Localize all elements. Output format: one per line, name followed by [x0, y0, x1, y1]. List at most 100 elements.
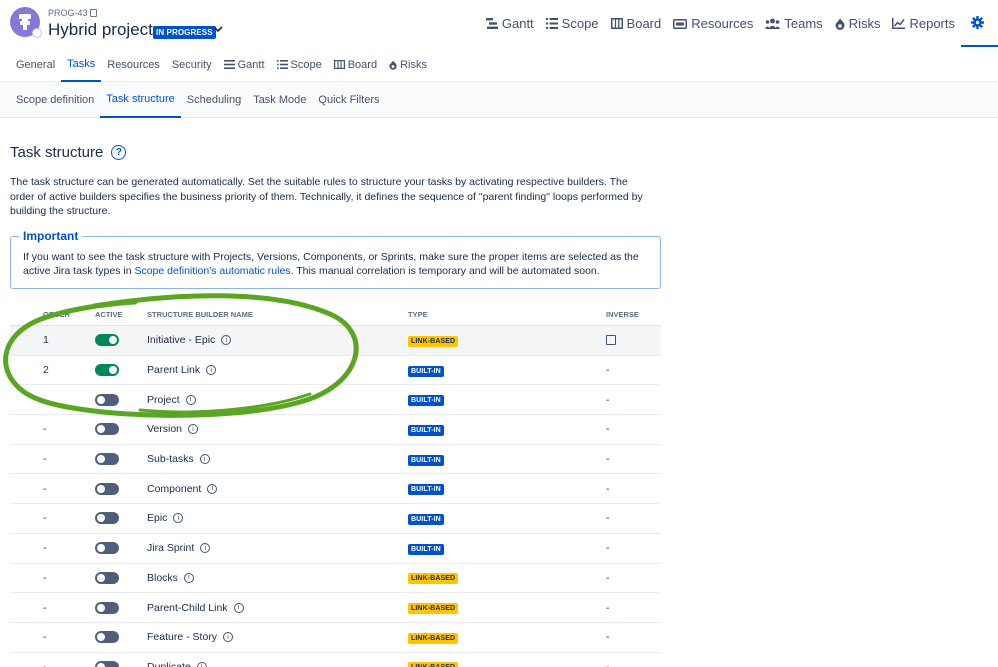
nav-teams[interactable]: Teams: [759, 0, 828, 47]
favorite-star-icon[interactable]: [32, 28, 42, 38]
tab-general[interactable]: General: [10, 47, 61, 82]
row-active-cell: [85, 482, 147, 495]
info-icon[interactable]: i: [207, 483, 218, 494]
gantt-icon: [485, 18, 498, 29]
board-icon: [333, 60, 345, 69]
info-icon[interactable]: i: [206, 365, 217, 376]
nav-teams-label: Teams: [784, 16, 823, 31]
info-icon[interactable]: i: [173, 513, 184, 524]
important-text-after: . This manual correlation is temporary a…: [290, 265, 600, 277]
info-icon[interactable]: i: [185, 394, 196, 405]
active-toggle[interactable]: [95, 453, 119, 466]
tab-gantt[interactable]: Gantt: [218, 47, 271, 82]
header-name: STRUCTURE BUILDER NAME: [147, 310, 253, 319]
row-order: -: [43, 631, 47, 644]
copy-icon[interactable]: [89, 9, 97, 17]
type-badge: BUILT-IN: [408, 484, 444, 496]
structure-builders-table: ORDER ACTIVE STRUCTURE BUILDER NAME TYPE…: [10, 304, 661, 667]
row-active-cell: [85, 334, 147, 347]
type-badge: LINK-BASED: [408, 335, 459, 347]
help-icon[interactable]: ?: [111, 145, 127, 160]
nav-gantt[interactable]: Gantt: [480, 0, 540, 47]
nav-scope-label: Scope: [561, 16, 599, 31]
tab-risks[interactable]: Risks: [383, 47, 433, 82]
risks-icon: [835, 18, 845, 30]
type-badge: LINK-BASED: [408, 662, 459, 667]
main-tabs: General Tasks Resources Security Gantt S…: [0, 47, 998, 82]
project-title: Hybrid project: [48, 20, 153, 39]
tab-scope[interactable]: Scope: [271, 47, 328, 82]
subtab-scheduling-label: Scheduling: [186, 94, 242, 106]
active-toggle[interactable]: [95, 601, 119, 614]
info-icon[interactable]: i: [221, 335, 232, 346]
important-notice: Important If you want to see the task st…: [10, 229, 661, 289]
info-icon[interactable]: i: [223, 632, 234, 643]
info-icon[interactable]: i: [188, 424, 199, 435]
nav-scope[interactable]: Scope: [540, 0, 605, 47]
tab-security[interactable]: Security: [166, 47, 218, 82]
tab-board[interactable]: Board: [328, 47, 383, 82]
header-order: ORDER: [43, 310, 71, 319]
row-name-cell: Parent Link i: [147, 364, 408, 376]
tab-tasks[interactable]: Tasks: [61, 47, 102, 82]
info-icon[interactable]: i: [233, 602, 244, 613]
row-order: -: [43, 453, 47, 466]
row-active-cell: [85, 512, 147, 525]
active-toggle[interactable]: [95, 512, 119, 525]
row-type-cell: BUILT-IN: [408, 482, 586, 496]
table-row: - Project i BUILT-IN -: [10, 385, 661, 416]
tab-resources[interactable]: Resources: [101, 47, 166, 82]
row-inverse: -: [606, 571, 610, 584]
builder-name: Parent-Child Link: [147, 601, 228, 614]
active-toggle[interactable]: [95, 334, 119, 347]
row-active-cell: [85, 631, 147, 644]
type-badge: BUILT-IN: [408, 365, 444, 377]
nav-board-label: Board: [626, 16, 662, 31]
row-inverse: -: [606, 601, 610, 614]
type-badge: BUILT-IN: [408, 543, 444, 555]
active-toggle[interactable]: [95, 423, 119, 436]
active-toggle[interactable]: [95, 660, 119, 667]
row-name-cell: Parent-Child Link i: [147, 602, 408, 614]
builder-name: Initiative - Epic: [147, 334, 216, 347]
table-row: - Epic i BUILT-IN -: [10, 504, 661, 534]
subtab-task-structure-label: Task structure: [106, 93, 175, 105]
gantt-icon: [223, 60, 235, 69]
table-row: - Duplicate i LINK-BASED -: [10, 653, 661, 667]
nav-board[interactable]: Board: [605, 0, 668, 47]
row-name-cell: Jira Sprint i: [147, 542, 408, 554]
row-order: 2: [43, 364, 49, 377]
active-toggle[interactable]: [95, 393, 119, 406]
nav-risks[interactable]: Risks: [829, 0, 887, 47]
inverse-checkbox[interactable]: [606, 335, 616, 346]
active-toggle[interactable]: [95, 542, 119, 555]
info-icon[interactable]: i: [196, 661, 207, 667]
settings-button[interactable]: [961, 0, 998, 47]
subtab-task-structure[interactable]: Task structure: [100, 82, 181, 118]
subtab-quick-filters[interactable]: Quick Filters: [312, 82, 385, 118]
row-inverse: -: [606, 482, 610, 495]
active-toggle[interactable]: [95, 571, 119, 584]
tab-risks-label: Risks: [400, 58, 427, 71]
builder-name: Feature - Story: [147, 631, 218, 644]
active-toggle[interactable]: [95, 631, 119, 644]
subtab-scheduling[interactable]: Scheduling: [181, 82, 247, 118]
row-inverse: -: [606, 542, 610, 555]
tab-security-label: Security: [171, 58, 212, 71]
subtab-scope-definition[interactable]: Scope definition: [10, 82, 100, 118]
chevron-down-icon[interactable]: [213, 24, 223, 34]
gear-icon: [971, 16, 984, 29]
info-icon[interactable]: i: [199, 454, 210, 465]
active-toggle[interactable]: [95, 364, 119, 377]
subtab-task-mode[interactable]: Task Mode: [247, 82, 312, 118]
scope-definition-link[interactable]: Scope definition's automatic rules: [134, 265, 290, 277]
active-toggle[interactable]: [95, 482, 119, 495]
info-icon[interactable]: i: [183, 572, 194, 583]
project-key: PROG-43: [48, 8, 97, 18]
nav-reports[interactable]: Reports: [886, 0, 961, 47]
info-icon[interactable]: i: [200, 543, 211, 554]
builder-name: Version: [147, 423, 183, 436]
row-inverse: -: [606, 631, 610, 644]
builder-name: Jira Sprint: [147, 542, 195, 555]
nav-resources[interactable]: Resources: [667, 0, 759, 47]
